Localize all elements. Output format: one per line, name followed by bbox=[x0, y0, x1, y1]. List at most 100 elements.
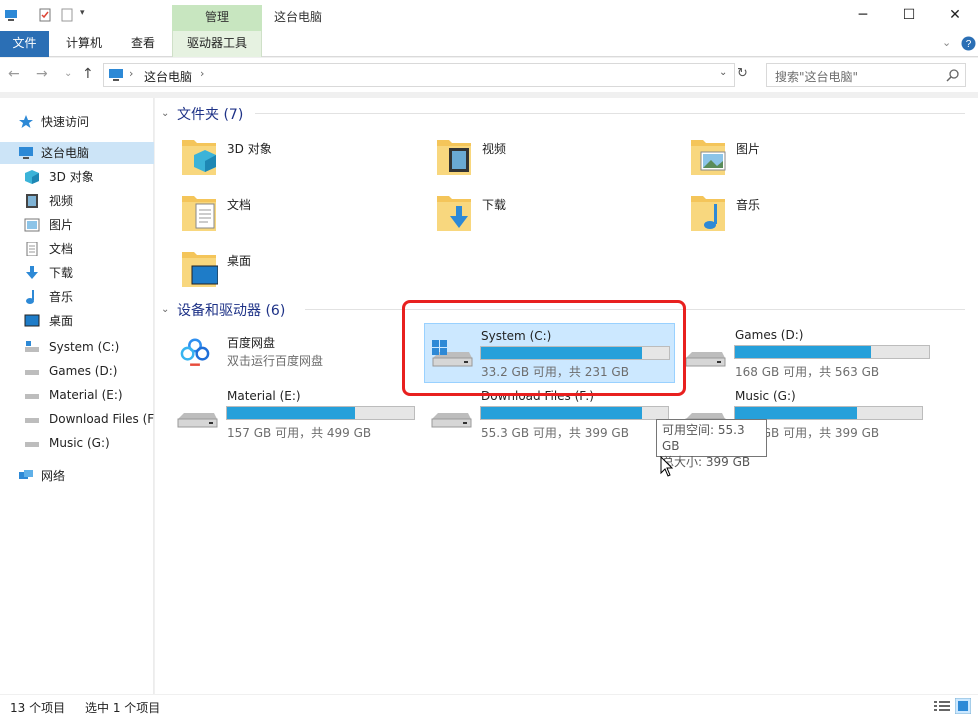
cube-icon bbox=[25, 170, 39, 184]
breadcrumb[interactable]: 这台电脑 bbox=[144, 68, 192, 85]
collapse-chevron-icon[interactable]: ⌄ bbox=[161, 304, 169, 315]
folder-music[interactable]: 音乐 bbox=[689, 190, 929, 242]
hard-drive-icon bbox=[25, 370, 39, 375]
hard-drive-icon bbox=[177, 413, 218, 428]
close-button[interactable]: ✕ bbox=[932, 0, 978, 31]
svg-text:?: ? bbox=[966, 39, 972, 50]
drive-name: Music (G:) bbox=[735, 389, 796, 403]
sidebar-item-videos[interactable]: 视频 bbox=[0, 190, 154, 212]
group-header-folders[interactable]: 文件夹 (7) bbox=[177, 104, 243, 124]
new-folder-icon[interactable] bbox=[60, 8, 74, 22]
network-icon bbox=[19, 470, 33, 479]
drive-usage-fill bbox=[227, 407, 356, 419]
download-icon bbox=[26, 266, 38, 279]
picture-icon bbox=[24, 218, 40, 232]
computer-icon bbox=[19, 147, 33, 159]
drive-size: 55.3 GB 可用，共 399 GB bbox=[481, 426, 629, 440]
sidebar-item-documents[interactable]: 文档 bbox=[0, 238, 154, 260]
sidebar-item-3d-objects[interactable]: 3D 对象 bbox=[0, 166, 154, 188]
search-icon[interactable] bbox=[946, 68, 960, 82]
tab-drive-tools[interactable]: 驱动器工具 bbox=[172, 31, 262, 57]
address-dropdown-icon[interactable]: ⌄ bbox=[719, 67, 727, 78]
sidebar-item-this-pc[interactable]: 这台电脑 bbox=[0, 142, 154, 164]
drive-tooltip: 可用空间: 55.3 GB 总大小: 399 GB bbox=[656, 419, 767, 469]
desktop-icon bbox=[24, 314, 40, 327]
drive-usage-fill bbox=[735, 407, 858, 419]
folder-pictures[interactable]: 图片 bbox=[689, 134, 929, 186]
folder-videos[interactable]: 视频 bbox=[435, 134, 675, 186]
music-note-icon bbox=[26, 290, 34, 304]
drive-usage-bar bbox=[480, 406, 669, 420]
status-bar: 13 个项目 选中 1 个项目 bbox=[0, 694, 978, 717]
customize-quick-access-icon[interactable]: ▾ bbox=[80, 8, 94, 22]
drive-d[interactable]: Games (D:) 168 GB 可用，共 563 GB bbox=[683, 328, 953, 388]
hard-drive-icon bbox=[685, 352, 726, 367]
documents-folder-icon bbox=[182, 196, 216, 231]
context-tab-manage[interactable]: 管理 bbox=[172, 5, 262, 31]
large-icons-view-icon[interactable] bbox=[955, 698, 971, 714]
sidebar-item-drive-g[interactable]: Music (G:) bbox=[0, 432, 154, 454]
drive-usage-fill bbox=[735, 346, 872, 358]
details-view-icon[interactable] bbox=[934, 700, 950, 712]
sidebar-item-drive-e[interactable]: Material (E:) bbox=[0, 384, 154, 406]
sidebar-item-downloads[interactable]: 下载 bbox=[0, 262, 154, 284]
breadcrumb-separator-icon[interactable]: › bbox=[129, 67, 133, 80]
navigation-pane: 快速访问 这台电脑 3D 对象 视频 图片 文档 下载 音乐 桌面 System… bbox=[0, 98, 154, 694]
sidebar-item-quick-access[interactable]: 快速访问 bbox=[0, 111, 154, 133]
address-bar[interactable]: › 这台电脑 › ⌄ bbox=[103, 63, 735, 87]
star-icon bbox=[19, 115, 33, 128]
group-header-devices[interactable]: 设备和驱动器 (6) bbox=[177, 300, 285, 320]
recent-locations-icon[interactable]: ⌄ bbox=[64, 68, 72, 79]
sidebar-item-drive-f[interactable]: Download Files (F bbox=[0, 408, 154, 430]
maximize-button[interactable]: ☐ bbox=[886, 0, 932, 31]
computer-icon[interactable] bbox=[4, 8, 18, 22]
annotation-highlight-box bbox=[402, 300, 686, 396]
folder-3d-objects[interactable]: 3D 对象 bbox=[180, 134, 420, 186]
baidu-netdisk-icon bbox=[177, 334, 213, 370]
sidebar-item-desktop[interactable]: 桌面 bbox=[0, 310, 154, 332]
desktop-folder-icon bbox=[182, 252, 218, 287]
drive-e[interactable]: Material (E:) 157 GB 可用，共 499 GB bbox=[175, 389, 445, 449]
tab-file[interactable]: 文件 bbox=[0, 31, 49, 57]
item-count: 13 个项目 bbox=[10, 701, 66, 715]
sidebar-item-network[interactable]: 网络 bbox=[0, 465, 154, 487]
search-input[interactable]: 搜索"这台电脑" bbox=[766, 63, 966, 87]
tab-computer[interactable]: 计算机 bbox=[58, 31, 110, 57]
sidebar-item-music[interactable]: 音乐 bbox=[0, 286, 154, 308]
tooltip-free-space: 可用空间: 55.3 GB bbox=[662, 423, 745, 453]
tab-view[interactable]: 查看 bbox=[120, 31, 166, 57]
hard-drive-icon bbox=[25, 442, 39, 447]
downloads-folder-icon bbox=[437, 196, 471, 231]
drive-usage-bar bbox=[734, 406, 923, 420]
chevron-right-icon[interactable]: › bbox=[200, 67, 204, 80]
film-icon bbox=[26, 194, 38, 208]
chevron-down-icon[interactable]: ⌄ bbox=[942, 36, 951, 49]
refresh-button[interactable]: ↻ bbox=[737, 66, 748, 81]
app-baidu-netdisk[interactable]: 百度网盘 双击运行百度网盘 bbox=[173, 334, 421, 394]
collapse-chevron-icon[interactable]: ⌄ bbox=[161, 108, 169, 119]
ribbon-tabs: 文件 计算机 查看 驱动器工具 ⌄ ? bbox=[0, 31, 978, 57]
up-icon[interactable]: ↑ bbox=[82, 66, 94, 82]
sidebar-item-drive-d[interactable]: Games (D:) bbox=[0, 360, 154, 382]
pictures-folder-icon bbox=[691, 140, 726, 175]
hard-drive-icon bbox=[431, 413, 472, 428]
selected-count: 选中 1 个项目 bbox=[85, 701, 161, 715]
hard-drive-icon bbox=[25, 394, 39, 399]
drive-size: 168 GB 可用，共 563 GB bbox=[735, 365, 880, 379]
content-pane: ⌄ 文件夹 (7) 3D 对象 视频 图片 文档 下载 音乐 桌面 ⌄ 设备和驱… bbox=[155, 98, 978, 694]
sidebar-item-drive-c[interactable]: System (C:) bbox=[0, 336, 154, 358]
drive-usage-fill bbox=[481, 407, 642, 419]
tooltip-total-size: 总大小: 399 GB bbox=[662, 455, 751, 469]
back-icon[interactable]: ← bbox=[8, 66, 20, 82]
mouse-cursor-icon bbox=[660, 456, 674, 477]
folder-downloads[interactable]: 下载 bbox=[435, 190, 675, 242]
document-icon bbox=[26, 242, 38, 256]
computer-icon bbox=[109, 69, 123, 81]
properties-icon[interactable] bbox=[38, 8, 52, 22]
help-icon[interactable]: ? bbox=[961, 36, 976, 51]
forward-icon[interactable]: → bbox=[36, 66, 48, 82]
folder-documents[interactable]: 文档 bbox=[180, 190, 420, 242]
folder-desktop[interactable]: 桌面 bbox=[180, 246, 420, 298]
sidebar-item-pictures[interactable]: 图片 bbox=[0, 214, 154, 236]
minimize-button[interactable]: ─ bbox=[840, 0, 886, 31]
